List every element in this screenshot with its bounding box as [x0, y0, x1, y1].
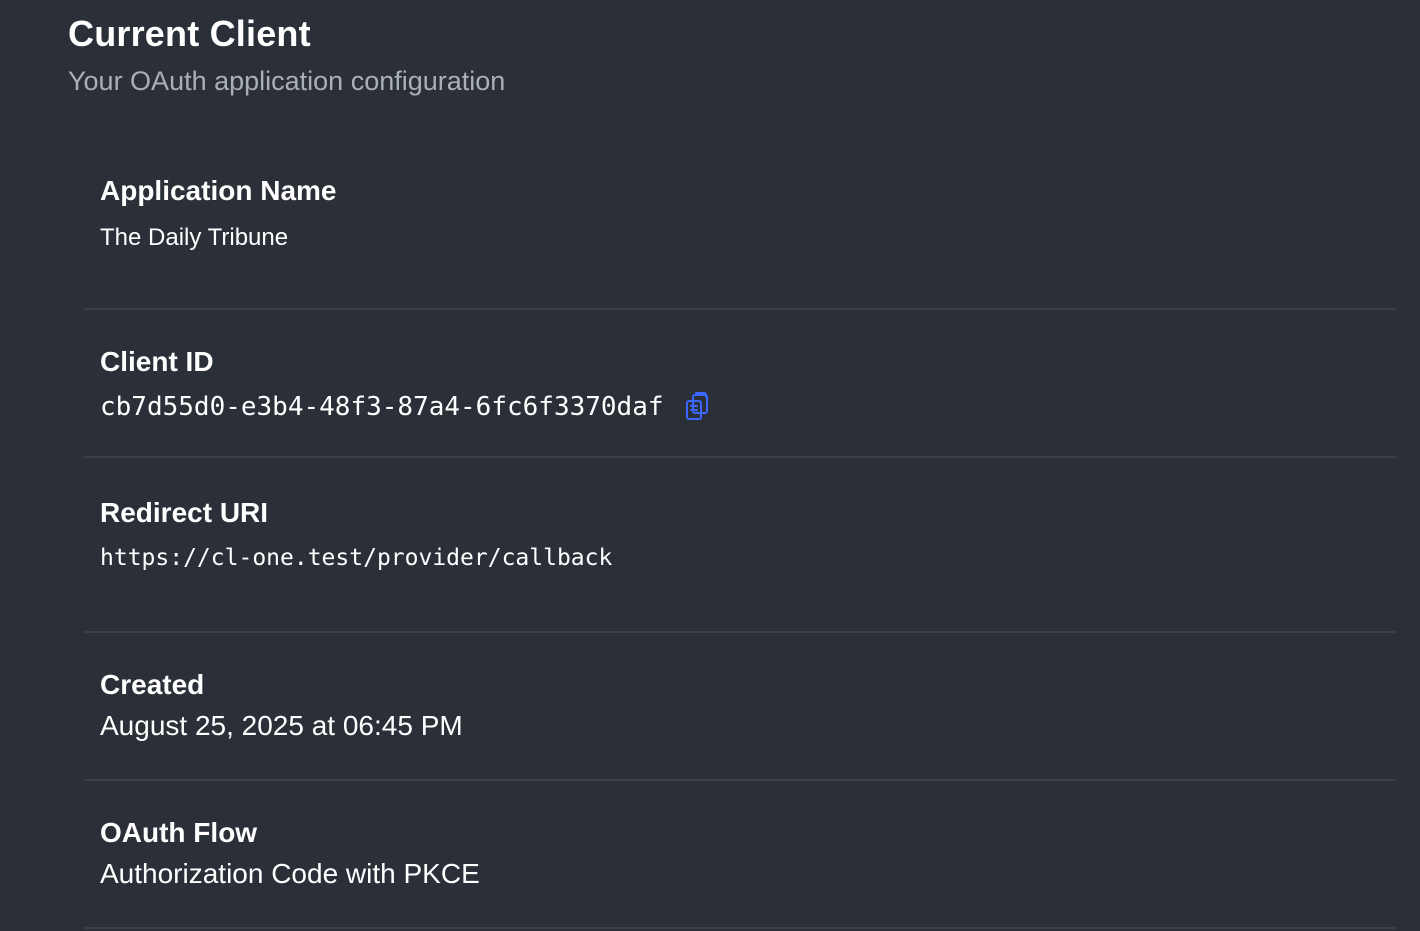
oauth-flow-label: OAuth Flow — [100, 817, 258, 848]
redirect-uri-row: Redirect URI https://cl-one.test/provide… — [84, 458, 1396, 633]
page-title: Current Client — [68, 13, 311, 54]
application-name-label: Application Name — [100, 175, 337, 206]
client-id-value: cb7d55d0-e3b4-48f3-87a4-6fc6f3370daf — [100, 392, 664, 422]
application-name-row: Application Name The Daily Tribune — [84, 137, 1396, 310]
client-details-list: Application Name The Daily Tribune Clien… — [84, 137, 1396, 929]
client-id-value-wrap: cb7d55d0-e3b4-48f3-87a4-6fc6f3370daf — [100, 390, 712, 424]
copy-client-id-button[interactable] — [682, 390, 712, 424]
created-label: Created — [100, 669, 205, 700]
page-header: Current Client Your OAuth application co… — [68, 12, 505, 98]
created-value: August 25, 2025 at 06:45 PM — [100, 710, 463, 741]
copy-icon — [685, 392, 708, 420]
page-subtitle: Your OAuth application configuration — [68, 66, 506, 96]
application-name-value: The Daily Tribune — [100, 224, 289, 251]
redirect-uri-label: Redirect URI — [100, 497, 269, 528]
client-details-page: Current Client Your OAuth application co… — [0, 0, 1420, 931]
client-id-row: Client ID cb7d55d0-e3b4-48f3-87a4-6fc6f3… — [84, 310, 1396, 458]
client-id-label: Client ID — [100, 346, 214, 377]
created-row: Created August 25, 2025 at 06:45 PM — [84, 633, 1396, 781]
oauth-flow-row: OAuth Flow Authorization Code with PKCE — [84, 781, 1396, 929]
oauth-flow-value: Authorization Code with PKCE — [100, 858, 480, 889]
redirect-uri-value: https://cl-one.test/provider/callback — [100, 545, 613, 571]
